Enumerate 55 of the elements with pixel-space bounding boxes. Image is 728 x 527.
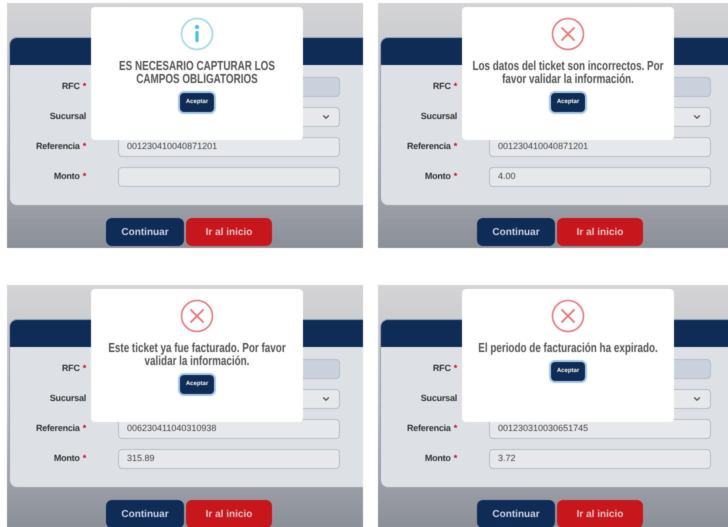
required-mark: * [82,140,86,154]
required-mark: * [454,170,457,184]
chevron-down-icon [692,112,702,122]
field-value: 001230410040871201 [498,140,588,154]
field-label: Monto [54,452,80,466]
continue-button[interactable]: Continuar [477,500,555,527]
chevron-down-icon [321,112,331,122]
field-label: RFC [62,80,80,94]
field-label: RFC [432,362,451,376]
required-mark: * [454,80,457,94]
field-label: Referencia [36,422,80,436]
alert-message: Este ticket ya fue facturado. Por favor validar la información. [107,341,287,367]
continue-button[interactable]: Continuar [106,218,184,246]
field-label: Referencia [406,422,451,436]
field-label: Sucursal [50,392,86,406]
field-label: RFC [432,80,451,94]
required-mark: * [82,452,86,466]
input-field[interactable] [118,167,340,187]
continue-button[interactable]: Continuar [477,218,555,246]
field-label: Referencia [36,140,80,154]
alert-message: ES NECESARIO CAPTURAR LOS CAMPOS OBLIGATORIOS [118,59,276,85]
field-value: 001230310030651745 [498,422,588,436]
chevron-down-icon [692,394,702,404]
required-mark: * [82,80,86,94]
chevron-down-icon [321,394,331,404]
field-label: Sucursal [50,110,86,124]
field-label: Referencia [406,140,451,154]
alert-message: Los datos del ticket son incorrectos. Por favor validar la información. [471,59,665,85]
required-mark: * [454,140,457,154]
field-value: 315.89 [127,452,155,466]
home-button[interactable]: Ir al inicio [557,218,643,246]
required-mark: * [454,452,457,466]
field-value: 4.00 [498,170,516,184]
home-button[interactable]: Ir al inicio [557,500,643,527]
home-button[interactable]: Ir al inicio [186,218,272,246]
input-field[interactable]: 3.72 [489,449,711,469]
home-button[interactable]: Ir al inicio [186,500,272,527]
field-label: Monto [54,170,80,184]
input-field[interactable]: 4.00 [489,167,711,187]
field-label: Monto [424,452,451,466]
field-label: Monto [424,170,451,184]
field-value: 3.72 [498,452,516,466]
input-field[interactable]: 315.89 [118,449,340,469]
field-value: 001230410040871201 [127,140,218,154]
field-label: Sucursal [420,392,457,406]
continue-button[interactable]: Continuar [106,500,184,527]
required-mark: * [82,422,86,436]
field-label: RFC [62,362,80,376]
field-label: Sucursal [420,110,457,124]
required-mark: * [82,362,86,376]
alert-message: El periodo de facturación ha expirado. [477,341,659,354]
required-mark: * [454,362,457,376]
required-mark: * [82,170,86,184]
required-mark: * [454,422,457,436]
field-value: 006230411040310938 [127,422,216,436]
